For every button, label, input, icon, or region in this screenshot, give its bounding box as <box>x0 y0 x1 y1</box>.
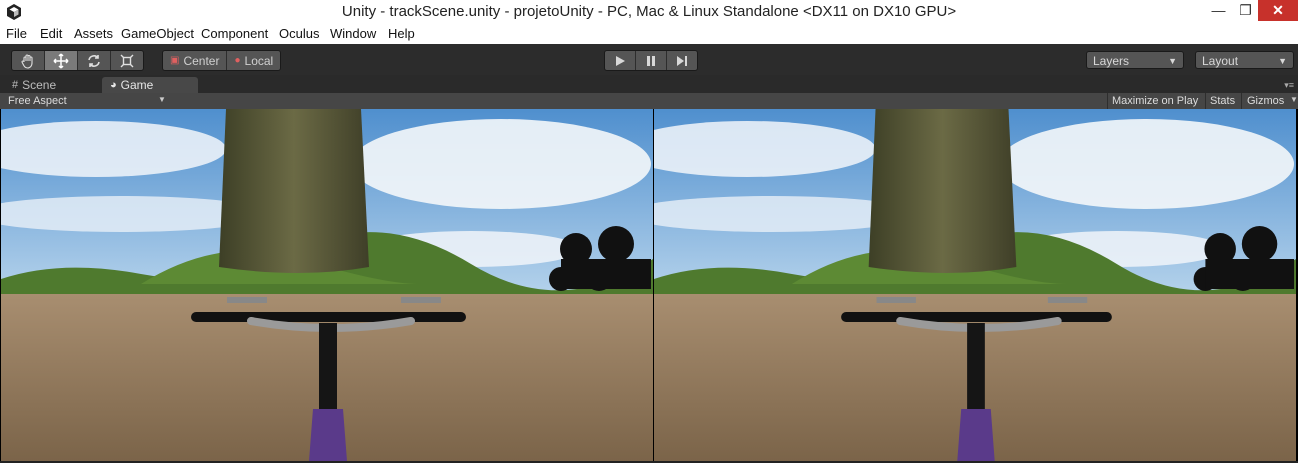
local-icon: ● <box>234 55 241 66</box>
right-eye-render <box>654 109 1296 461</box>
play-icon[interactable] <box>605 51 636 70</box>
layers-dropdown[interactable]: Layers ▼ <box>1086 51 1184 69</box>
scale-icon[interactable] <box>111 51 143 70</box>
step-icon[interactable] <box>667 51 697 70</box>
grid-icon: # <box>12 79 19 91</box>
game-view-toolbar: Free Aspect ▼ Maximize on Play Stats Giz… <box>0 93 1298 109</box>
aspect-dropdown[interactable]: Free Aspect <box>8 95 67 107</box>
menu-gameobject[interactable]: GameObject <box>121 26 194 41</box>
main-toolbar: ▣ Center ● Local Layers ▼ Layout ▼ <box>0 44 1298 75</box>
center-icon: ▣ <box>170 55 180 66</box>
window-title: Unity - trackScene.unity - projetoUnity … <box>341 3 957 20</box>
chevron-down-icon: ▼ <box>1168 56 1177 66</box>
divider <box>1205 93 1206 109</box>
title-bar: Unity - trackScene.unity - projetoUnity … <box>0 0 1298 25</box>
menu-window[interactable]: Window <box>330 26 376 41</box>
pause-icon[interactable] <box>636 51 667 70</box>
pivot-center-label: Center <box>183 53 220 68</box>
minimize-icon[interactable]: — <box>1205 0 1232 21</box>
gizmos-dropdown[interactable]: Gizmos <box>1247 95 1284 107</box>
stats-toggle[interactable]: Stats <box>1210 95 1235 107</box>
tab-scene[interactable]: # Scene <box>4 77 100 93</box>
menu-file[interactable]: File <box>6 26 27 41</box>
layout-label: Layout <box>1202 54 1239 68</box>
rotate-icon[interactable] <box>78 51 111 70</box>
tab-game-label: Game <box>120 78 154 92</box>
tab-scene-label: Scene <box>22 78 57 92</box>
menu-bar: File Edit Assets GameObject Component Oc… <box>0 24 1298 44</box>
playback-controls <box>604 50 698 71</box>
menu-oculus[interactable]: Oculus <box>279 26 319 41</box>
chevron-down-icon: ▼ <box>1278 56 1287 66</box>
menu-component[interactable]: Component <box>201 26 268 41</box>
scene-render <box>1 109 653 461</box>
maximize-icon[interactable]: ❐ <box>1232 0 1259 21</box>
divider <box>1241 93 1242 109</box>
left-eye-render <box>1 109 653 461</box>
scene-render <box>654 109 1296 461</box>
view-tabs: # Scene ◕ Game ▾≡ <box>0 75 1298 93</box>
menu-assets[interactable]: Assets <box>74 26 113 41</box>
menu-edit[interactable]: Edit <box>40 26 62 41</box>
game-view[interactable] <box>0 109 1298 461</box>
pivot-center-button[interactable]: ▣ Center <box>163 51 228 70</box>
panel-menu-icon[interactable]: ▾≡ <box>1284 80 1294 91</box>
pivot-local-button[interactable]: ● Local <box>227 51 280 70</box>
layout-dropdown[interactable]: Layout ▼ <box>1195 51 1294 69</box>
pacman-icon: ◕ <box>110 79 117 91</box>
pivot-toggles: ▣ Center ● Local <box>162 50 282 71</box>
tab-game[interactable]: ◕ Game <box>102 77 198 93</box>
layers-label: Layers <box>1093 54 1130 68</box>
maximize-on-play-toggle[interactable]: Maximize on Play <box>1112 95 1198 107</box>
move-icon[interactable] <box>45 51 78 70</box>
divider <box>1107 93 1108 109</box>
hand-icon[interactable] <box>12 51 45 70</box>
chevron-down-icon: ▼ <box>1290 95 1298 104</box>
menu-help[interactable]: Help <box>388 26 415 41</box>
pivot-local-label: Local <box>244 53 274 68</box>
transform-tools <box>11 50 144 71</box>
close-icon[interactable]: ✕ <box>1258 0 1298 21</box>
chevron-down-icon: ▼ <box>158 95 166 104</box>
